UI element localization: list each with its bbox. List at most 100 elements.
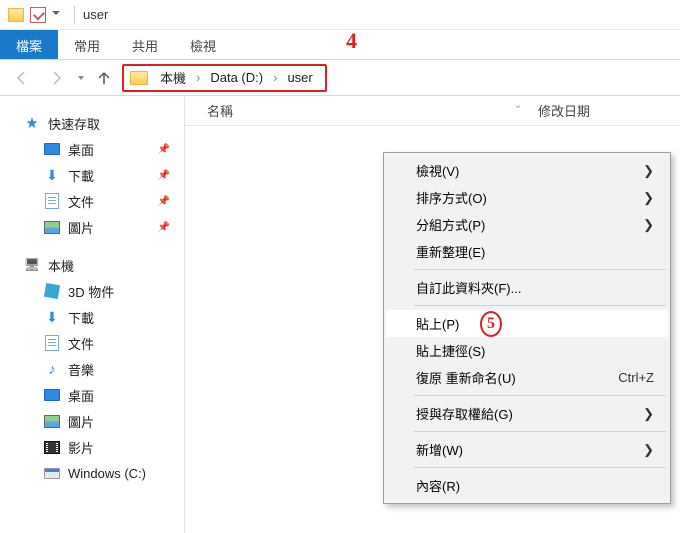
sidebar-pictures-pc[interactable]: 圖片	[0, 408, 184, 434]
menu-label: 自訂此資料夾(F)...	[416, 278, 521, 297]
submenu-arrow-icon: ❯	[643, 406, 654, 422]
pin-icon: 📌	[158, 144, 170, 155]
column-name[interactable]: 名稱	[185, 101, 506, 120]
sidebar-label: 圖片	[68, 412, 94, 431]
sidebar-this-pc[interactable]: 🖥 本機	[0, 252, 184, 278]
pin-icon: 📌	[158, 222, 170, 233]
menu-label: 內容(R)	[416, 476, 460, 495]
menu-sort[interactable]: 排序方式(O) ❯	[386, 184, 668, 211]
tab-home[interactable]: 常用	[58, 30, 116, 59]
titlebar: user	[0, 0, 680, 30]
download-icon: ⬇	[44, 167, 60, 183]
menu-label: 排序方式(O)	[416, 188, 487, 207]
sidebar-label: 下載	[68, 308, 94, 327]
tab-view[interactable]: 檢視	[174, 30, 232, 59]
menu-separator	[414, 305, 666, 306]
sidebar-c-drive[interactable]: Windows (C:)	[0, 460, 184, 486]
menu-label: 分組方式(P)	[416, 215, 485, 234]
menu-paste[interactable]: 貼上(P)	[386, 310, 668, 337]
picture-icon	[44, 415, 60, 428]
sidebar-documents-pc[interactable]: 文件	[0, 330, 184, 356]
sidebar-label: 音樂	[68, 360, 94, 379]
menu-label: 貼上捷徑(S)	[416, 341, 485, 360]
qat-checkbox-icon[interactable]	[30, 7, 46, 23]
pc-icon: 🖥	[24, 257, 40, 273]
nav-up-button[interactable]	[92, 66, 116, 90]
breadcrumb-sep: ›	[194, 70, 202, 85]
annotation-5: 5	[480, 311, 502, 337]
menu-view[interactable]: 檢視(V) ❯	[386, 157, 668, 184]
sidebar-videos[interactable]: 影片	[0, 434, 184, 460]
nav-forward-button[interactable]	[42, 64, 70, 92]
sidebar-label: 影片	[68, 438, 94, 457]
qat-dropdown-icon[interactable]	[52, 11, 60, 19]
menu-label: 貼上(P)	[416, 314, 459, 333]
music-icon: ♪	[44, 361, 60, 377]
menu-undo-rename[interactable]: 復原 重新命名(U) Ctrl+Z	[386, 364, 668, 391]
submenu-arrow-icon: ❯	[643, 442, 654, 458]
drive-icon	[44, 468, 60, 479]
menu-separator	[414, 269, 666, 270]
menu-separator	[414, 395, 666, 396]
annotation-4: 4	[346, 28, 357, 54]
menu-refresh[interactable]: 重新整理(E)	[386, 238, 668, 265]
menu-customize[interactable]: 自訂此資料夾(F)...	[386, 274, 668, 301]
menu-grant-access[interactable]: 授與存取權給(G) ❯	[386, 400, 668, 427]
breadcrumb-sep: ›	[271, 70, 279, 85]
menu-label: 檢視(V)	[416, 161, 459, 180]
desktop-icon	[44, 389, 60, 401]
picture-icon	[44, 221, 60, 234]
address-bar[interactable]: 本機 › Data (D:) › user	[122, 64, 327, 92]
sidebar-documents[interactable]: 文件 📌	[0, 188, 184, 214]
column-date[interactable]: 修改日期	[530, 101, 680, 120]
sidebar-desktop[interactable]: 桌面 📌	[0, 136, 184, 162]
download-icon: ⬇	[44, 309, 60, 325]
breadcrumb-2[interactable]: user	[281, 68, 318, 87]
sidebar-music[interactable]: ♪ 音樂	[0, 356, 184, 382]
address-folder-icon	[130, 71, 148, 85]
context-menu: 檢視(V) ❯ 排序方式(O) ❯ 分組方式(P) ❯ 重新整理(E) 自訂此資…	[383, 152, 671, 504]
sidebar-label: 桌面	[68, 386, 94, 405]
titlebar-divider	[74, 6, 75, 24]
column-headers: 名稱 ˇ 修改日期	[185, 96, 680, 126]
sidebar-label: 文件	[68, 192, 94, 211]
sidebar-label: 快速存取	[48, 114, 100, 133]
nav-history-dropdown[interactable]	[76, 76, 86, 80]
menu-label: 授與存取權給(G)	[416, 404, 513, 423]
ribbon: 檔案 常用 共用 檢視	[0, 30, 680, 60]
menu-properties[interactable]: 內容(R)	[386, 472, 668, 499]
navbar: 本機 › Data (D:) › user	[0, 60, 680, 96]
menu-paste-shortcut[interactable]: 貼上捷徑(S)	[386, 337, 668, 364]
sidebar-label: Windows (C:)	[68, 466, 146, 481]
document-icon	[45, 335, 59, 351]
sidebar-label: 本機	[48, 256, 74, 275]
pin-icon: 📌	[158, 170, 170, 181]
sidebar-quick-access[interactable]: ★ 快速存取	[0, 110, 184, 136]
app-folder-icon	[8, 8, 24, 22]
nav-back-button[interactable]	[8, 64, 36, 92]
tab-file[interactable]: 檔案	[0, 30, 58, 59]
sidebar: ★ 快速存取 桌面 📌 ⬇ 下載 📌 文件 📌 圖片 📌 🖥 本機	[0, 96, 185, 533]
sidebar-downloads-pc[interactable]: ⬇ 下載	[0, 304, 184, 330]
sidebar-label: 文件	[68, 334, 94, 353]
submenu-arrow-icon: ❯	[643, 217, 654, 233]
desktop-icon	[44, 143, 60, 155]
sidebar-3d-objects[interactable]: 3D 物件	[0, 278, 184, 304]
breadcrumb-0[interactable]: 本機	[154, 66, 192, 89]
video-icon	[44, 441, 60, 454]
submenu-arrow-icon: ❯	[643, 190, 654, 206]
menu-label: 新增(W)	[416, 440, 463, 459]
sidebar-label: 3D 物件	[68, 282, 114, 301]
window-title: user	[83, 7, 108, 22]
sidebar-pictures[interactable]: 圖片 📌	[0, 214, 184, 240]
menu-new[interactable]: 新增(W) ❯	[386, 436, 668, 463]
sort-indicator-icon: ˇ	[506, 103, 530, 118]
menu-group[interactable]: 分組方式(P) ❯	[386, 211, 668, 238]
sidebar-desktop-pc[interactable]: 桌面	[0, 382, 184, 408]
tab-share[interactable]: 共用	[116, 30, 174, 59]
menu-label: 重新整理(E)	[416, 242, 485, 261]
menu-shortcut: Ctrl+Z	[618, 370, 654, 385]
menu-separator	[414, 431, 666, 432]
sidebar-downloads[interactable]: ⬇ 下載 📌	[0, 162, 184, 188]
breadcrumb-1[interactable]: Data (D:)	[204, 68, 269, 87]
